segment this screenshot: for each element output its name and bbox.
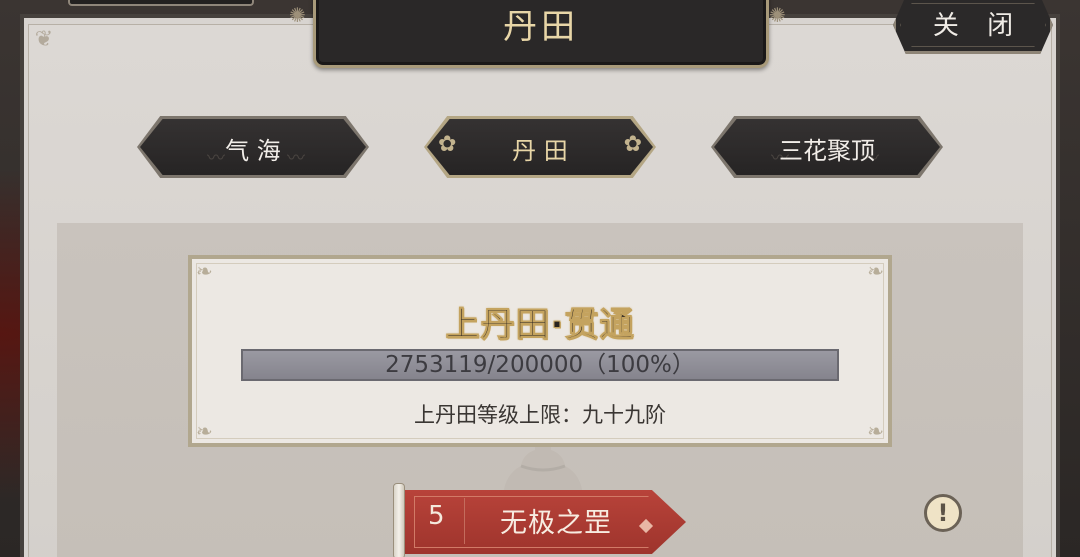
close-button-label: 关 闭 [932, 11, 1024, 41]
level-limit-text: 上丹田等级上限：九十九阶 [414, 403, 666, 427]
plaque-left-ornament-icon: ✺ [289, 3, 306, 27]
info-icon[interactable]: ! [924, 494, 962, 532]
realm-info-card: ❧ ❧ ❧ ❧ 上丹田·贯通 2753119/200000（100%） 上丹田等… [188, 255, 892, 447]
corner-ornament-icon: ❧ [196, 259, 213, 283]
technique-name: 无极之罡 [500, 508, 612, 539]
close-button[interactable]: 关 闭 [893, 0, 1053, 54]
page-title: 丹田 [503, 7, 579, 47]
tab-label: 气 海 [225, 137, 281, 165]
technique-scroll-button[interactable]: 5 无极之罡 [394, 484, 688, 557]
progress-text: 2753119/200000（100%） [385, 352, 695, 378]
plaque-right-ornament-icon: ✺ [769, 3, 786, 27]
tab-label: 丹 田 [512, 137, 568, 165]
corner-ornament-icon: ❧ [867, 259, 884, 283]
tab-dantian[interactable]: ✿ ✿ 丹 田 [424, 116, 656, 178]
title-plaque: 丹田 [313, 0, 769, 68]
tab-qihai[interactable]: 〰 〰 气 海 [137, 116, 369, 178]
top-left-bar [68, 0, 254, 6]
cultivation-progress-bar: 2753119/200000（100%） [241, 349, 839, 381]
technique-number: 5 [428, 501, 445, 531]
game-screen: ❦ ❦ 丹田 ✺ ✺ 关 闭 〰 〰 气 海 ✿ ✿ 丹 田 〰 〰 三花聚顶 [0, 0, 1080, 557]
technique-divider [464, 498, 465, 544]
tab-label: 三花聚顶 [779, 137, 875, 165]
corner-ornament-icon: ❦ [34, 27, 54, 52]
scroll-rod [394, 484, 404, 557]
tab-sanhua-juding[interactable]: 〰 〰 三花聚顶 [711, 116, 943, 178]
realm-title: 上丹田·贯通 [445, 305, 635, 346]
